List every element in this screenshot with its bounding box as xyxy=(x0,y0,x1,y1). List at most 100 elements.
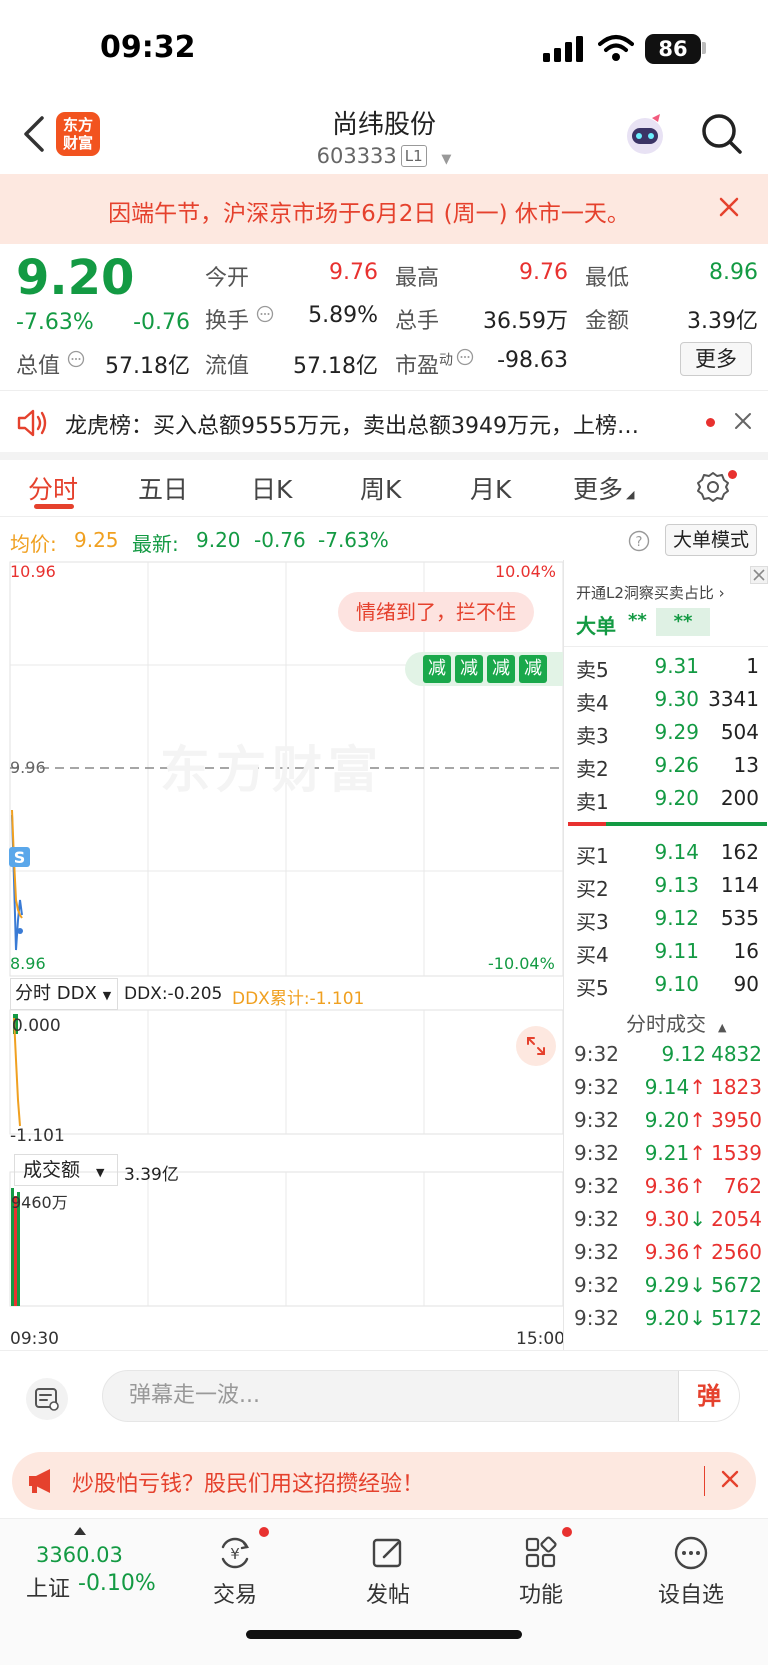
tab-daily-k[interactable]: 日K xyxy=(251,470,292,506)
pe-label: 市盈动 xyxy=(395,348,453,380)
tab-five-day[interactable]: 五日 xyxy=(138,470,188,506)
trade-volume: 5172 xyxy=(711,1306,762,1330)
price-point xyxy=(17,928,23,934)
trade-row: 9:32 9.29↓ 5672 xyxy=(564,1273,768,1306)
tab-intraday[interactable]: 分时 xyxy=(28,470,78,506)
ask-volume: 504 xyxy=(720,720,759,744)
volume-indicator-select[interactable]: 成交额 ▼ xyxy=(14,1154,118,1186)
trade-time: 9:32 xyxy=(574,1174,619,1198)
volume-total: 3.39亿 xyxy=(124,1165,179,1185)
change-percent: -7.63% xyxy=(16,310,94,335)
info-icon[interactable] xyxy=(67,350,85,368)
gear-icon[interactable] xyxy=(696,470,730,504)
ask-price: 9.26 xyxy=(654,753,699,777)
bid-price: 9.10 xyxy=(654,972,699,996)
trade-price: 9.20↓ xyxy=(624,1306,706,1330)
expand-button[interactable] xyxy=(516,1026,556,1066)
divider xyxy=(0,1350,768,1351)
danmaku-send-button[interactable]: 弹 xyxy=(678,1371,739,1421)
megaphone-icon xyxy=(29,1469,50,1493)
search-icon[interactable] xyxy=(700,112,744,156)
promo-text: 炒股怕亏钱？股民们用这招攒经验！ xyxy=(72,1472,425,1497)
close-icon[interactable] xyxy=(734,412,752,430)
trade-time: 9:32 xyxy=(574,1207,619,1231)
avg-price-label: 均价: xyxy=(10,532,57,556)
promo-banner[interactable]: 炒股怕亏钱？股民们用这招攒经验！ xyxy=(12,1452,756,1510)
trade-row: 9:32 9.20↑ 3950 xyxy=(564,1108,768,1141)
dropdown-caret-icon: ▼ xyxy=(96,1166,105,1179)
big-order-label: 大单 xyxy=(576,614,616,638)
close-icon[interactable] xyxy=(718,196,740,218)
last-price: 9.20 xyxy=(16,250,135,306)
amount-value: 3.39亿 xyxy=(687,309,758,334)
trade-volume: 4832 xyxy=(711,1042,762,1066)
trade-time: 9:32 xyxy=(574,1306,619,1330)
divider xyxy=(0,516,768,517)
bottom-navigation: 3360.03 上证 -0.10% ¥ 交易 发帖 功能 设自选 xyxy=(0,1518,768,1665)
ddx-axis-bottom: -1.101 xyxy=(10,1126,65,1146)
close-icon[interactable] xyxy=(750,566,768,584)
ask-row: 卖5 9.31 1 xyxy=(564,654,768,686)
pe-label-text: 市盈 xyxy=(395,354,440,379)
latest-price-label: 最新: xyxy=(132,532,179,556)
total-value-label: 总值 xyxy=(16,354,61,379)
order-book-panel: 开通L2洞察买卖占比 › 大单 ** ** 卖5 9.31 1 卖4 9.30 3341… xyxy=(563,560,768,1350)
trades-header[interactable]: 分时成交 ▲ xyxy=(626,1008,726,1037)
danmaku-input[interactable]: 弹幕走一波... xyxy=(102,1370,740,1422)
more-dots-icon xyxy=(674,1536,708,1570)
trade-price: 9.20↑ xyxy=(624,1108,706,1132)
help-icon[interactable]: ? xyxy=(628,530,650,552)
pct-axis-bottom: -10.04% xyxy=(488,954,555,973)
robot-assistant-icon[interactable] xyxy=(622,112,668,158)
caret-up-icon: ▲ xyxy=(718,1021,727,1034)
ask-price: 9.30 xyxy=(654,687,699,711)
section-gap xyxy=(0,452,768,460)
apps-grid-icon xyxy=(525,1536,557,1568)
trade-time: 9:32 xyxy=(574,1240,619,1264)
battery-tip xyxy=(702,42,706,54)
divider xyxy=(564,646,768,647)
index-value[interactable]: 3360.03 xyxy=(36,1543,123,1567)
ask-volume: 3341 xyxy=(708,687,759,711)
ddx-indicator-select[interactable]: 分时 DDX ▼ xyxy=(10,978,118,1010)
dragon-tiger-notice[interactable]: 龙虎榜：买入总额9555万元，卖出总额3949万元，上榜… xyxy=(0,390,768,454)
reduce-tags[interactable]: 减 减 减 减 xyxy=(405,652,563,686)
trade-price-value: 9.21 xyxy=(644,1141,690,1165)
reduce-tag: 减 xyxy=(455,655,483,683)
trade-price: 9.36↑ xyxy=(624,1174,706,1198)
bid-row: 买3 9.12 535 xyxy=(564,906,768,938)
tab-more[interactable]: 更多 ◢ xyxy=(573,470,634,506)
trade-price: 9.29↓ xyxy=(624,1273,706,1297)
status-time: 09:32 xyxy=(100,30,196,65)
volume-select-label: 成交额 xyxy=(23,1159,81,1181)
trade-time: 9:32 xyxy=(574,1108,619,1132)
big-order-value-masked[interactable]: ** xyxy=(656,608,710,636)
info-icon[interactable] xyxy=(256,305,274,323)
ask-label: 卖1 xyxy=(576,790,609,814)
bid-volume: 16 xyxy=(733,939,759,963)
float-value: 57.18亿 xyxy=(293,354,378,379)
trade-row: 9:32 9.21↑ 1539 xyxy=(564,1141,768,1174)
ask-label: 卖2 xyxy=(576,757,609,781)
trades-title: 分时成交 xyxy=(626,1012,706,1036)
l2-upgrade-link[interactable]: 开通L2洞察买卖占比 › xyxy=(576,582,725,603)
expand-up-icon[interactable] xyxy=(74,1527,86,1535)
tab-weekly-k[interactable]: 周K xyxy=(360,470,401,506)
close-icon[interactable] xyxy=(720,1469,740,1489)
trade-price-value: 9.20 xyxy=(644,1108,690,1132)
svg-text:¥: ¥ xyxy=(230,1545,240,1563)
more-quote-button[interactable]: 更多 xyxy=(680,342,752,376)
trade-price: 9.21↑ xyxy=(624,1141,706,1165)
trade-price-value: 9.30 xyxy=(644,1207,690,1231)
bid-ask-ratio-bar-buy xyxy=(568,822,606,826)
comment-list-button[interactable] xyxy=(26,1378,68,1420)
danmaku-bubble[interactable]: 情绪到了，拦不住 xyxy=(338,592,534,632)
divider xyxy=(704,1466,705,1496)
latest-change-percent: -7.63% xyxy=(318,528,389,552)
bid-volume: 90 xyxy=(733,972,759,996)
trade-row: 9:32 9.36↑ 2560 xyxy=(564,1240,768,1273)
big-order-mode-button[interactable]: 大单模式 xyxy=(665,524,757,556)
low-value: 8.96 xyxy=(709,260,758,285)
chart-tabs: 分时 五日 日K 周K 月K 更多 ◢ xyxy=(0,460,768,516)
tab-monthly-k[interactable]: 月K xyxy=(470,470,511,506)
